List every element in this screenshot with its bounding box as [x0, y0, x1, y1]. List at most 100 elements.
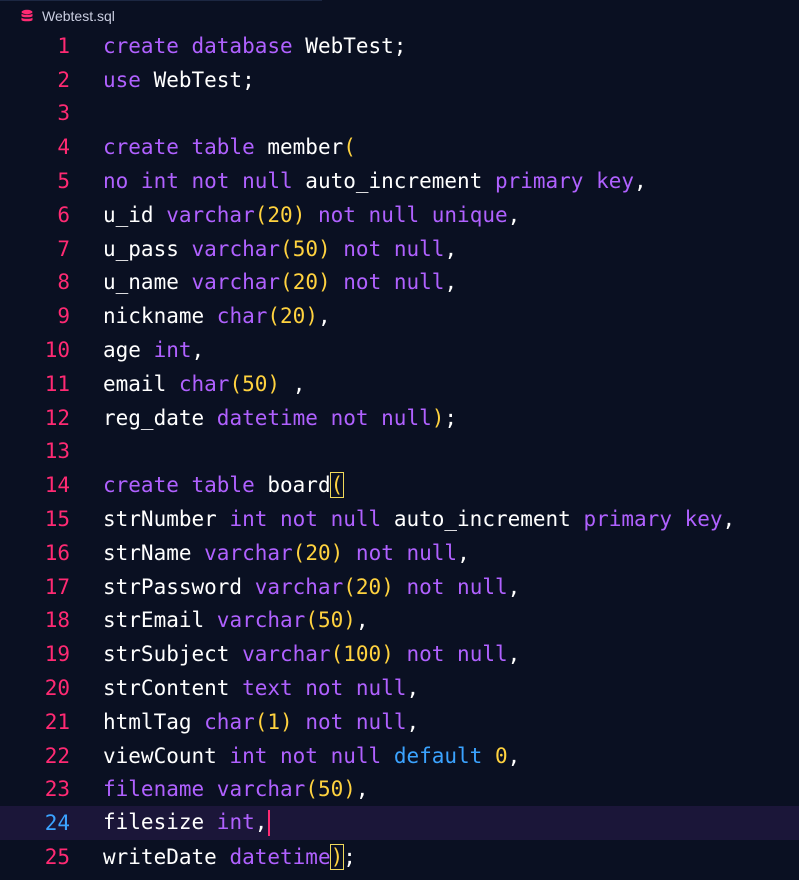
line-number: 12 [44, 405, 70, 430]
code-line[interactable]: 24 filesize int, [0, 806, 799, 841]
code-token: ( [330, 642, 344, 667]
code-token: 100 [343, 642, 382, 667]
line-number: 1 [57, 33, 70, 58]
code-token: email [103, 371, 179, 396]
code-token: primary key [494, 169, 635, 194]
line-number: 10 [44, 338, 70, 363]
code-token: , [355, 777, 369, 802]
code-token: int not null [229, 743, 394, 768]
code-token: member [267, 135, 344, 160]
code-token: char [216, 304, 268, 329]
code-token: varchar [166, 202, 255, 227]
code-text: filename varchar(50), [103, 777, 369, 801]
code-line[interactable]: 17 strPassword varchar(20) not null, [0, 570, 799, 604]
code-token: ; [444, 405, 458, 430]
line-number: 25 [44, 845, 70, 870]
code-token: ( [254, 202, 268, 227]
code-text: create database WebTest; [103, 34, 406, 58]
code-line[interactable]: 16 strName varchar(20) not null, [0, 536, 799, 570]
code-token: writeDate [103, 845, 230, 870]
line-number: 18 [44, 608, 70, 633]
code-line[interactable]: 12 reg_date datetime not null); [0, 401, 799, 435]
code-line[interactable]: 7 u_pass varchar(50) not null, [0, 232, 799, 266]
code-token: varchar [204, 540, 293, 565]
code-text: viewCount int not null default 0, [103, 744, 520, 768]
code-line[interactable]: 15 strNumber int not null auto_increment … [0, 502, 799, 536]
code-line[interactable]: 10 age int, [0, 333, 799, 367]
code-token: text not null [242, 676, 407, 701]
code-token: strContent [103, 676, 243, 701]
code-text: email char(50) , [103, 372, 305, 396]
code-token: 50 [292, 236, 318, 261]
code-text: u_id varchar(20) not null unique, [103, 203, 520, 227]
line-number: 16 [44, 540, 70, 565]
code-text: age int, [103, 338, 204, 362]
code-text: strPassword varchar(20) not null, [103, 575, 520, 599]
code-line[interactable]: 21 htmlTag char(1) not null, [0, 705, 799, 739]
code-line[interactable]: 3 [0, 97, 799, 131]
code-token: strNumber [103, 507, 230, 532]
code-token: int [153, 338, 192, 363]
line-number: 9 [57, 304, 70, 329]
code-token: 20 [355, 574, 382, 599]
code-token: reg_date [103, 405, 217, 430]
code-token: ) [267, 371, 281, 396]
code-token: 50 [242, 371, 268, 396]
code-token: ( [254, 709, 268, 734]
code-line[interactable]: 23 filename varchar(50), [0, 773, 799, 807]
code-token: not null [393, 642, 508, 667]
code-token: ) [280, 709, 293, 734]
tab-webtest-sql[interactable]: Webtest.sql [0, 0, 322, 31]
code-token: strSubject [103, 642, 243, 667]
code-line[interactable]: 2 use WebTest; [0, 63, 799, 97]
code-token: board [267, 473, 331, 498]
code-line[interactable]: 20 strContent text not null, [0, 671, 799, 705]
code-token: ( [280, 236, 293, 261]
code-token: ) [317, 236, 331, 261]
code-text: writeDate datetime); [103, 844, 356, 871]
code-text: reg_date datetime not null); [103, 406, 457, 430]
code-token: ( [292, 540, 306, 565]
code-line[interactable]: 14 create table board( [0, 468, 799, 502]
code-token: nickname [103, 304, 217, 329]
code-token: htmlTag [103, 709, 205, 734]
code-token: varchar [191, 236, 281, 261]
code-token: ) [329, 844, 345, 871]
line-number: 2 [57, 67, 70, 92]
code-text: strEmail varchar(50), [103, 608, 369, 632]
line-number: 7 [57, 236, 70, 261]
code-token: age [103, 338, 154, 363]
code-line[interactable]: 4 create table member( [0, 130, 799, 164]
code-line[interactable]: 1 create database WebTest; [0, 29, 799, 63]
code-token: varchar [216, 608, 306, 633]
code-token: , [457, 540, 470, 565]
code-token: ( [229, 371, 243, 396]
code-line[interactable]: 8 u_name varchar(20) not null, [0, 266, 799, 300]
code-line[interactable]: 13 [0, 435, 799, 469]
code-line[interactable]: 11 email char(50) , [0, 367, 799, 401]
code-token: , [317, 304, 331, 329]
code-token: , [406, 676, 420, 701]
code-text: strContent text not null, [103, 676, 419, 700]
code-text: htmlTag char(1) not null, [103, 710, 419, 734]
code-token: strEmail [103, 608, 217, 633]
code-line[interactable]: 9 nickname char(20), [0, 299, 799, 333]
code-token: u_name [103, 270, 192, 295]
code-line[interactable]: 5 no int not null auto_increment primary … [0, 164, 799, 198]
code-token: , [507, 202, 521, 227]
code-token: char [204, 709, 255, 734]
line-number: 6 [57, 202, 70, 227]
code-line[interactable]: 18 strEmail varchar(50), [0, 604, 799, 638]
code-token: ( [343, 135, 356, 160]
code-token: varchar [242, 642, 331, 667]
code-text: create table member( [103, 135, 356, 159]
code-token: filesize [103, 810, 217, 835]
code-line[interactable]: 22 viewCount int not null default 0, [0, 739, 799, 773]
code-line[interactable]: 6 u_id varchar(20) not null unique, [0, 198, 799, 232]
code-token: , [355, 608, 369, 633]
code-editor[interactable]: 1 create database WebTest; 2 use WebTest; 3 4… [0, 29, 799, 880]
code-token: create table [103, 473, 268, 498]
line-number: 8 [57, 270, 70, 295]
code-line[interactable]: 25 writeDate datetime); [0, 840, 799, 874]
code-line[interactable]: 19 strSubject varchar(100) not null, [0, 637, 799, 671]
